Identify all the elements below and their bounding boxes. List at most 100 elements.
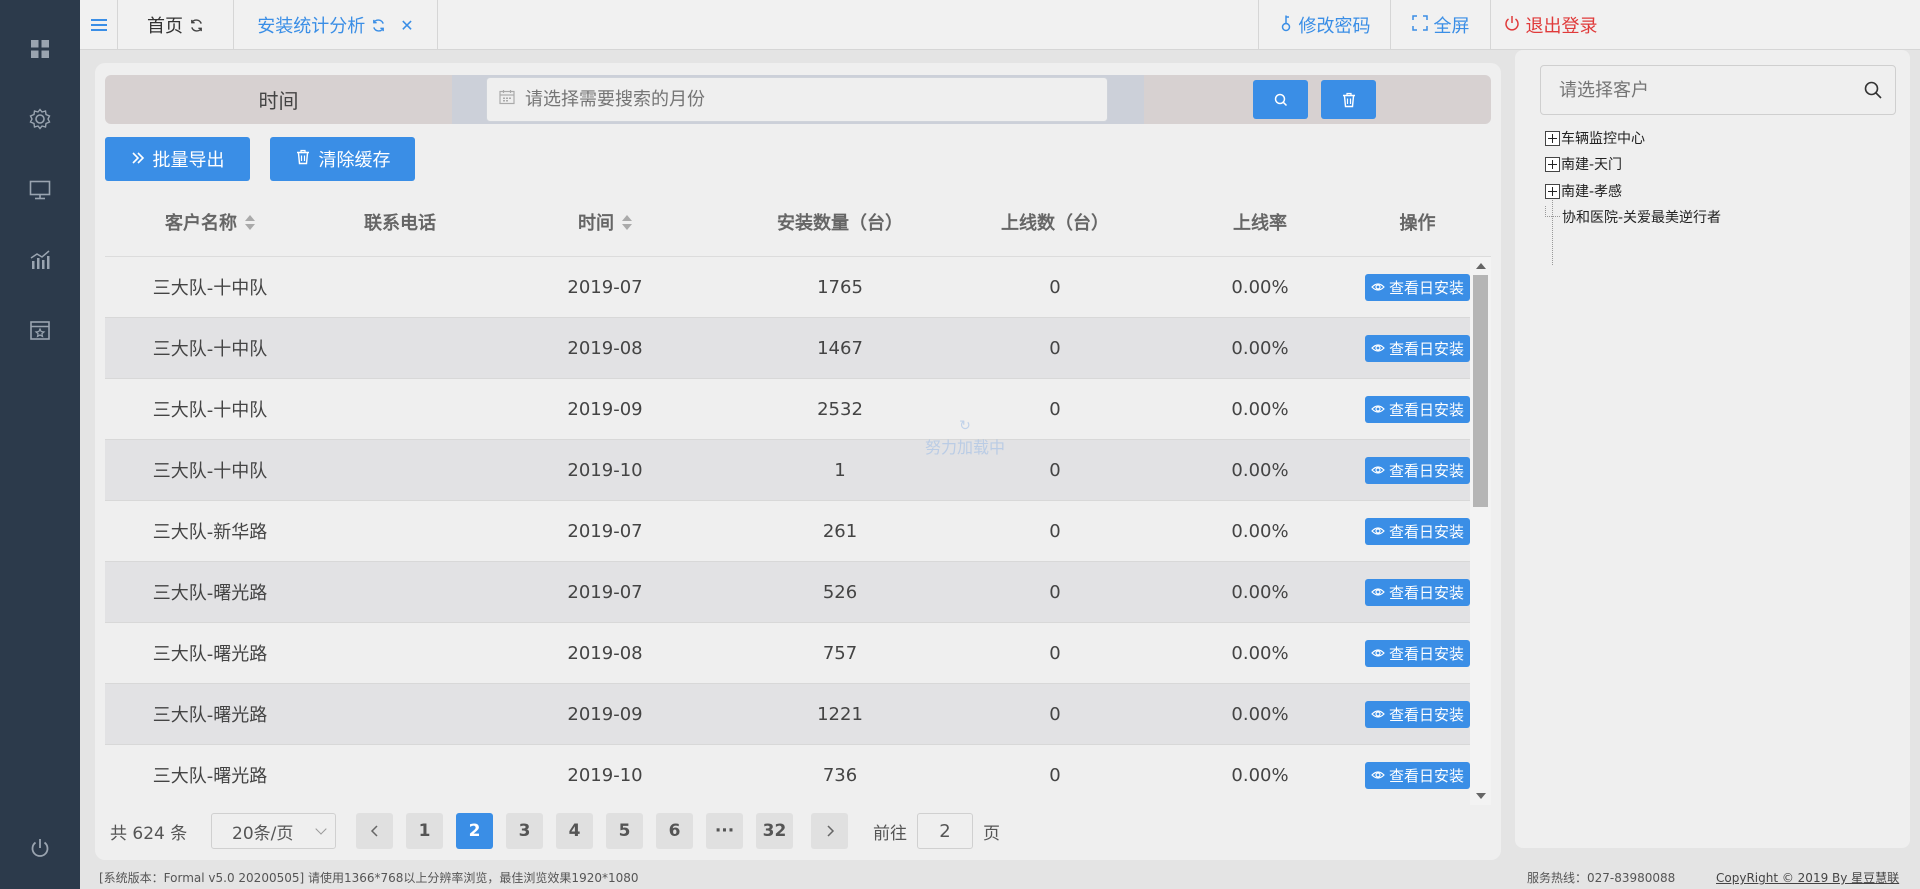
power-icon[interactable] [28,836,52,860]
refresh-icon[interactable] [371,18,386,33]
tree-node[interactable]: 协和医院-关爱最美逆行者 [1538,206,1721,228]
expand-icon[interactable] [1545,156,1560,172]
batch-export-button[interactable]: 批量导出 [105,137,250,181]
page-size-select[interactable]: 20条/页 [211,813,336,849]
change-password-button[interactable]: 修改密码 [1258,0,1390,50]
view-daily-install-label: 查看日安装 [1388,400,1464,419]
view-daily-install-label: 查看日安装 [1388,339,1464,358]
cell-online: 0 [1049,642,1061,664]
cell-actions: 查看日安装 [1365,440,1470,500]
cell-phone [315,745,485,805]
cell-time: 2019-07 [567,276,643,298]
column-customer-name[interactable]: 客户名称 [105,187,315,257]
page-button[interactable]: 32 [756,813,793,849]
view-daily-install-label: 查看日安装 [1388,522,1464,541]
view-daily-install-label: 查看日安装 [1388,766,1464,785]
table-scrollbar[interactable] [1470,257,1491,805]
clear-cache-button[interactable]: 清除缓存 [270,137,415,181]
scroll-up-arrow[interactable] [1476,263,1486,269]
cell-online: 0 [1049,703,1061,725]
table-row: 三大队-十中队 2019-08 1467 0 0.00% 查看日安装 [105,318,1470,379]
cell-phone [315,318,485,378]
page-button[interactable]: 6 [656,813,693,849]
prev-page-button[interactable] [356,813,393,849]
column-time[interactable]: 时间 [485,187,725,257]
power-icon [1504,15,1520,36]
view-daily-install-button[interactable]: 查看日安装 [1365,517,1470,545]
search-icon[interactable] [1863,80,1883,104]
page-button[interactable]: 1 [406,813,443,849]
eye-icon [1371,339,1385,357]
cell-phone [315,379,485,439]
view-daily-install-button[interactable]: 查看日安装 [1365,578,1470,606]
search-button[interactable] [1253,80,1308,119]
logout-button[interactable]: 退出登录 [1490,0,1610,50]
fullscreen-icon [1411,14,1428,36]
fullscreen-button[interactable]: 全屏 [1390,0,1490,50]
customer-search[interactable] [1540,65,1896,115]
cell-phone [315,440,485,500]
expand-icon[interactable] [1545,130,1560,146]
table-row: 三大队-十中队 2019-10 1 0 0.00% 查看日安装 [105,440,1470,501]
cell-time: 2019-07 [567,581,643,603]
settings-gear-icon[interactable] [28,107,52,131]
monitor-icon[interactable] [28,178,52,202]
view-daily-install-button[interactable]: 查看日安装 [1365,639,1470,667]
sort-icon[interactable] [245,214,255,230]
goto-page-input[interactable] [917,813,973,849]
tree-node-label: 南建-孝感 [1561,184,1623,200]
column-install-count: 安装数量（台） [725,187,955,257]
view-daily-install-button[interactable]: 查看日安装 [1365,761,1470,789]
calendar-star-icon[interactable] [28,318,52,342]
customer-search-input[interactable] [1559,79,1849,101]
view-daily-install-button[interactable]: 查看日安装 [1365,456,1470,484]
cell-actions: 查看日安装 [1365,257,1470,317]
grid-icon[interactable] [28,37,52,61]
next-page-button[interactable] [811,813,848,849]
page-button-current[interactable]: 2 [456,813,493,849]
search-buttons [1144,75,1491,124]
cell-rate: 0.00% [1231,642,1289,664]
refresh-icon[interactable] [189,18,204,33]
month-input[interactable] [525,89,1085,110]
left-nav-rail [0,0,80,889]
view-daily-install-button[interactable]: 查看日安装 [1365,395,1470,423]
view-daily-install-button[interactable]: 查看日安装 [1365,334,1470,362]
page-button[interactable]: 4 [556,813,593,849]
view-daily-install-button[interactable]: 查看日安装 [1365,700,1470,728]
scroll-down-arrow[interactable] [1476,793,1486,799]
tree-node[interactable]: 南建-孝感 [1545,180,1622,202]
delete-button[interactable] [1321,80,1376,119]
tab-home-label: 首页 [147,16,183,37]
cell-online: 0 [1049,581,1061,603]
cell-online: 0 [1049,276,1061,298]
cell-phone [315,623,485,683]
cell-customer: 三大队-曙光路 [152,766,268,787]
cell-rate: 0.00% [1231,398,1289,420]
analytics-chart-icon[interactable] [28,248,52,272]
main-card: 时间 批量导出 清除缓存 [95,63,1501,860]
page-button[interactable]: 3 [506,813,543,849]
month-picker-wrap [452,75,1144,124]
tab-install-stats[interactable]: 安装统计分析 ✕ [234,0,438,50]
expand-icon[interactable] [1545,183,1560,199]
eye-icon [1371,522,1385,540]
close-icon[interactable]: ✕ [400,16,413,35]
menu-toggle-icon[interactable] [80,0,118,50]
cell-time: 2019-09 [567,398,643,420]
sort-icon[interactable] [622,214,632,230]
page-ellipsis-button[interactable]: ··· [706,813,743,849]
tree-node[interactable]: 车辆监控中心 [1545,127,1645,149]
month-picker[interactable] [486,77,1108,122]
page-button[interactable]: 5 [606,813,643,849]
column-label: 联系电话 [364,213,436,234]
cell-time: 2019-08 [567,642,643,664]
eye-icon [1371,278,1385,296]
scroll-thumb[interactable] [1473,275,1488,507]
copyright-link[interactable]: CopyRight © 2019 By 星豆慧联 [1716,869,1899,886]
cell-installs: 1467 [817,337,863,359]
view-daily-install-button[interactable]: 查看日安装 [1365,273,1470,301]
eye-icon [1371,705,1385,723]
tree-node[interactable]: 南建-天门 [1545,153,1622,175]
tab-home[interactable]: 首页 [118,0,234,50]
